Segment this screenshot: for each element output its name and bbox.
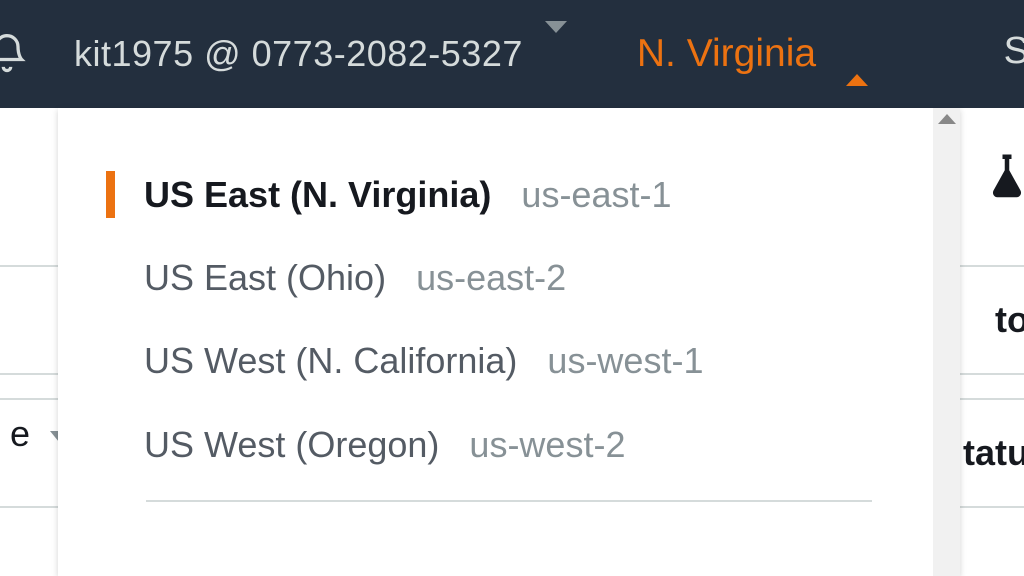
account-label: kit1975 @ 0773-2082-5327 [74, 33, 523, 75]
chevron-up-icon [846, 33, 868, 75]
notifications-button[interactable] [0, 32, 29, 76]
bell-icon [0, 32, 29, 76]
region-name: US West (Oregon) [144, 423, 439, 466]
region-option-us-east-2[interactable]: US East (Ohio) us-east-2 [58, 236, 960, 319]
region-name: US West (N. California) [144, 339, 517, 382]
region-code: us-east-1 [521, 173, 671, 216]
top-nav-bar: kit1975 @ 0773-2082-5327 N. Virginia S [0, 0, 1024, 108]
background-text: tatu [963, 432, 1024, 474]
support-link-fragment[interactable]: S [1004, 30, 1024, 73]
region-name: US East (N. Virginia) [144, 173, 491, 216]
region-option-us-east-1[interactable]: US East (N. Virginia) us-east-1 [58, 153, 960, 236]
region-dropdown-toggle[interactable]: N. Virginia [637, 32, 868, 76]
region-code: us-west-2 [469, 423, 625, 466]
region-option-us-west-1[interactable]: US West (N. California) us-west-1 [58, 319, 960, 402]
region-option-us-west-2[interactable]: US West (Oregon) us-west-2 [58, 403, 960, 486]
region-code: us-east-2 [416, 256, 566, 299]
chevron-down-icon [545, 33, 567, 75]
region-current-label: N. Virginia [637, 32, 816, 76]
background-text: to [995, 299, 1024, 341]
region-dropdown-menu: US East (N. Virginia) us-east-1 US East … [58, 108, 960, 576]
region-name: US East (Ohio) [144, 256, 386, 299]
flask-icon [980, 150, 1024, 209]
account-dropdown[interactable]: kit1975 @ 0773-2082-5327 [74, 33, 567, 75]
region-code: us-west-1 [547, 339, 703, 382]
scroll-up-icon [938, 114, 956, 124]
divider [146, 500, 872, 502]
